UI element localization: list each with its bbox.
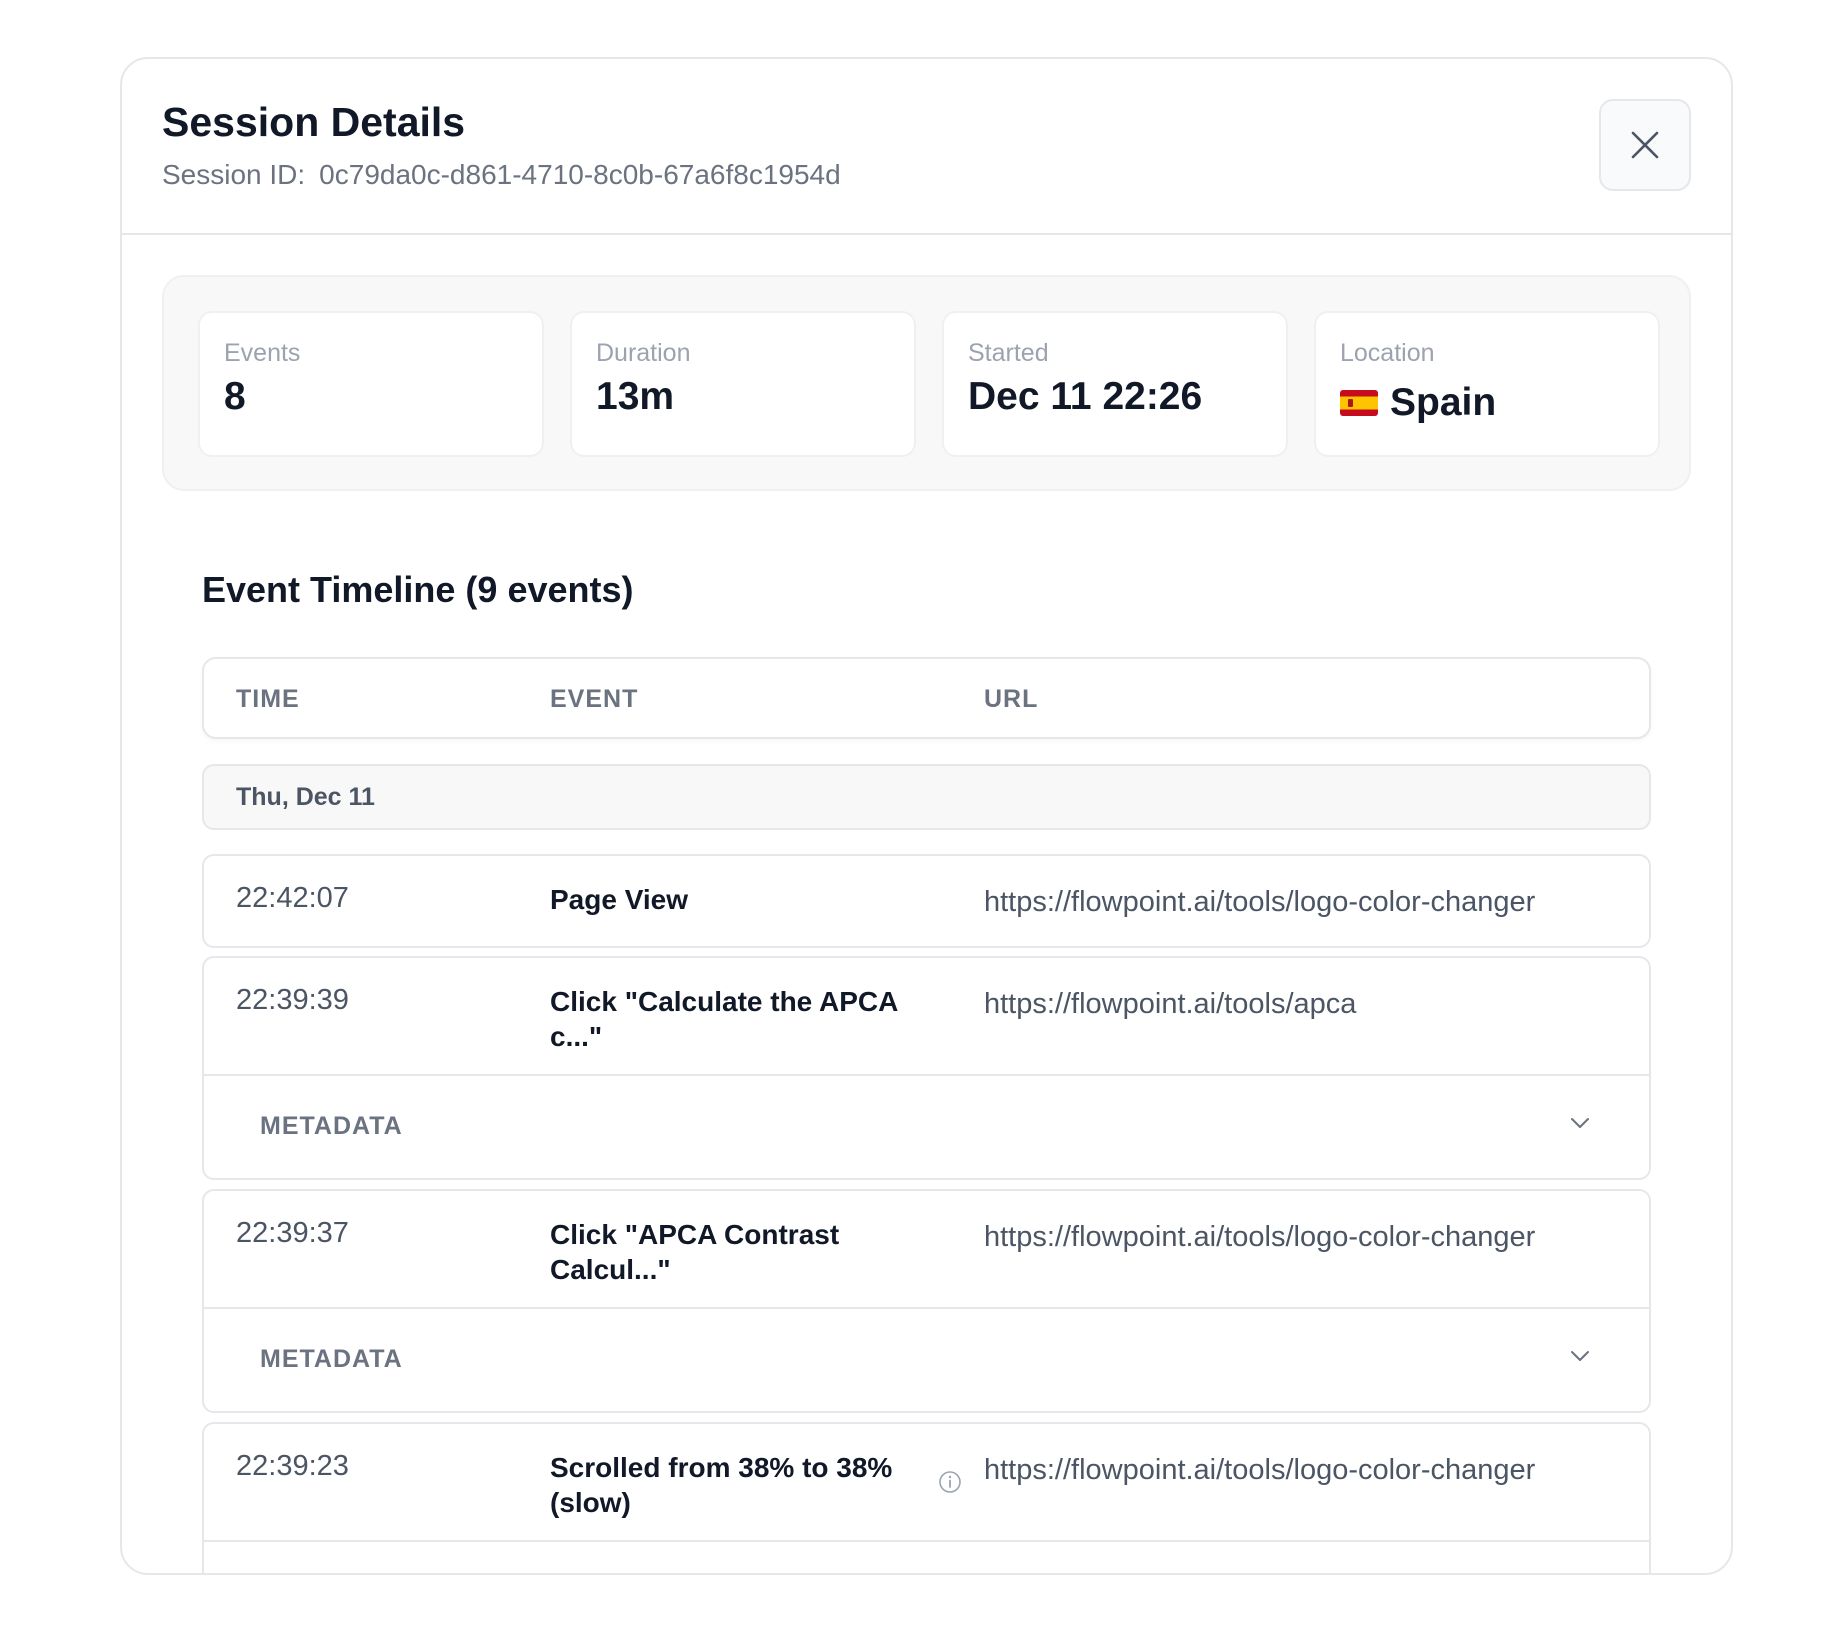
session-id-value: 0c79da0c-d861-4710-8c0b-67a6f8c1954d	[319, 159, 841, 190]
stat-duration: Duration 13m	[570, 311, 916, 457]
event-time: 22:42:07	[236, 882, 349, 914]
column-header-url: URL	[984, 685, 1039, 713]
event-main: 22:39:37 Click "APCA Contrast Calcul..."…	[204, 1191, 1649, 1307]
session-details-modal: Session Details Session ID: 0c79da0c-d861…	[120, 57, 1733, 1575]
table-header: TIME EVENT URL	[202, 657, 1651, 739]
stat-events: Events 8	[198, 311, 544, 457]
metadata-toggle[interactable]: METADATA	[204, 1074, 1649, 1178]
modal-title: Session Details	[162, 99, 466, 145]
stat-value: Spain	[1340, 381, 1496, 425]
metadata-toggle[interactable]: METADATA	[204, 1307, 1649, 1411]
stat-label: Duration	[596, 339, 691, 367]
metadata-label: METADATA	[260, 1112, 403, 1140]
session-id: Session ID: 0c79da0c-d861-4710-8c0b-67a6f…	[162, 159, 841, 191]
event-url: https://flowpoint.ai/tools/logo-color-ch…	[984, 886, 1536, 918]
metadata-label: METADATA	[260, 1345, 403, 1373]
stat-value: 8	[224, 375, 246, 418]
event-row[interactable]: 22:39:23 Scrolled from 38% to 38% (slow)…	[202, 1422, 1651, 1573]
stat-value: 13m	[596, 375, 675, 418]
session-id-label: Session ID:	[162, 159, 306, 190]
event-main: 22:39:39 Click "Calculate the APCA c..."…	[204, 958, 1649, 1074]
event-name: Click "APCA Contrast Calcul..."	[550, 1219, 840, 1285]
event-url: https://flowpoint.ai/tools/logo-color-ch…	[984, 1221, 1536, 1253]
stat-label: Events	[224, 339, 301, 367]
chevron-down-icon	[1571, 1118, 1589, 1128]
event-time: 22:39:23	[236, 1450, 349, 1482]
event-name: Scrolled from 38% to 38% (slow)	[550, 1452, 893, 1518]
event-name: Click "Calculate the APCA c..."	[550, 986, 898, 1052]
date-group-header: Thu, Dec 11	[202, 764, 1651, 830]
close-button[interactable]	[1599, 99, 1691, 191]
next-row-partial	[204, 1540, 1649, 1573]
event-name: Page View	[550, 884, 689, 915]
event-row[interactable]: 22:42:07 Page View https://flowpoint.ai/…	[202, 854, 1651, 948]
close-icon	[1631, 131, 1659, 159]
event-row[interactable]: 22:39:37 Click "APCA Contrast Calcul..."…	[202, 1189, 1651, 1413]
stat-value: Dec 11 22:26	[968, 375, 1203, 418]
event-url: https://flowpoint.ai/tools/apca	[984, 988, 1357, 1020]
column-header-event: EVENT	[550, 685, 639, 713]
spain-flag-icon	[1340, 390, 1378, 416]
event-url: https://flowpoint.ai/tools/logo-color-ch…	[984, 1454, 1536, 1486]
stat-started: Started Dec 11 22:26	[942, 311, 1288, 457]
event-main: 22:39:23 Scrolled from 38% to 38% (slow)…	[204, 1424, 1649, 1540]
stat-label: Location	[1340, 339, 1435, 367]
location-name: Spain	[1390, 381, 1497, 424]
modal-header: Session Details Session ID: 0c79da0c-d861…	[122, 59, 1731, 235]
stat-location: Location Spain	[1314, 311, 1660, 457]
event-main: 22:42:07 Page View https://flowpoint.ai/…	[204, 856, 1649, 946]
column-header-time: TIME	[236, 685, 300, 713]
event-row[interactable]: 22:39:39 Click "Calculate the APCA c..."…	[202, 956, 1651, 1180]
event-time: 22:39:37	[236, 1217, 349, 1249]
timeline-title: Event Timeline (9 events)	[202, 569, 634, 610]
event-time: 22:39:39	[236, 984, 349, 1016]
info-icon[interactable]	[938, 1470, 962, 1494]
date-group-label: Thu, Dec 11	[236, 783, 375, 811]
stat-label: Started	[968, 339, 1049, 367]
session-stats: Events 8 Duration 13m Started Dec 11 22:…	[162, 275, 1691, 491]
chevron-down-icon	[1571, 1351, 1589, 1361]
